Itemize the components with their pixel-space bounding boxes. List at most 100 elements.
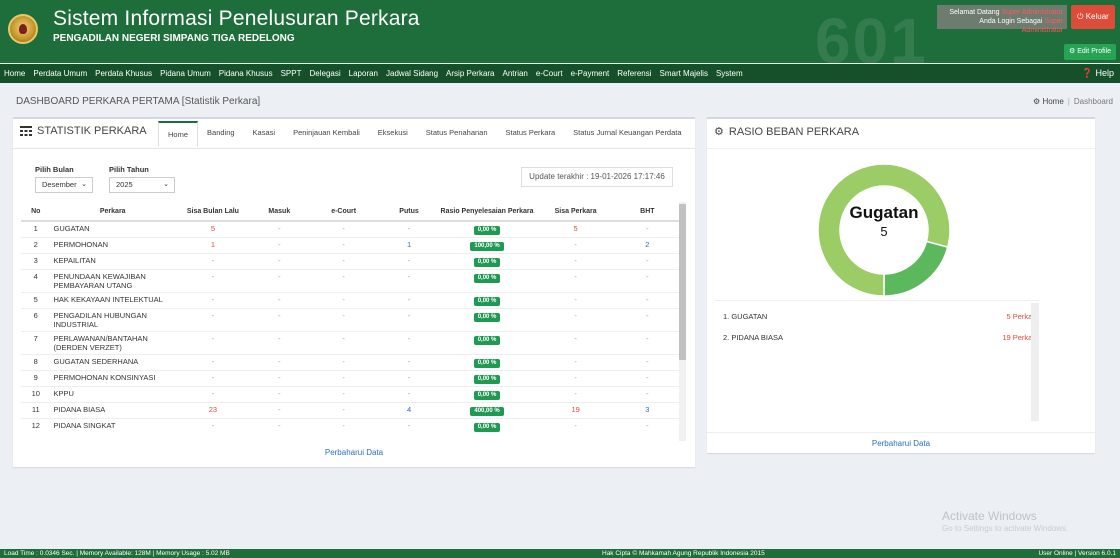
nav-pidana-khusus[interactable]: Pidana Khusus bbox=[215, 64, 277, 83]
cell-putus: - bbox=[407, 224, 411, 233]
cell-rasio: 0,00 % bbox=[473, 336, 501, 345]
cell-rasio: 0,00 % bbox=[473, 226, 501, 235]
edit-profile-button[interactable]: ⚙ Edit Profile bbox=[1064, 44, 1116, 60]
cell-bht: - bbox=[646, 389, 649, 398]
page-title: DASHBOARD PERKARA PERTAMA [Statistik Per… bbox=[16, 96, 260, 107]
app-header: Sistem Informasi Penelusuran Perkara PEN… bbox=[0, 0, 1120, 77]
cell-sisa-bulan-lalu: - bbox=[211, 421, 215, 430]
nav-smart-majelis[interactable]: Smart Majelis bbox=[656, 64, 712, 83]
table-row: 3 KEPAILITAN - - - - 0,00 % - - bbox=[21, 253, 679, 270]
chevron-down-icon: ⌄ bbox=[81, 181, 87, 188]
cell-sisa-bulan-lalu[interactable]: 5 bbox=[211, 224, 215, 233]
table-row: 10 KPPU - - - - 0,00 % - - bbox=[21, 386, 679, 403]
table-row: 6 PENGADILAN HUBUNGAN INDUSTRIAL - - - - 0,00 … bbox=[21, 308, 679, 332]
cell-perkara: PENGADILAN HUBUNGAN INDUSTRIAL bbox=[50, 308, 175, 332]
cell-sisa-perkara: - bbox=[574, 334, 577, 343]
tab-peninjauan-kembali[interactable]: Peninjauan Kembali bbox=[284, 121, 369, 147]
status-version[interactable]: User Online | Version 6.0.1 bbox=[1038, 549, 1116, 558]
table-row: 7 PERLAWANAN/BANTAHAN (DERDEN VERZET) - - - -… bbox=[21, 331, 679, 355]
nav-perdata-umum[interactable]: Perdata Umum bbox=[29, 64, 91, 83]
table-scroll-thumb[interactable] bbox=[679, 204, 686, 360]
app-title: Sistem Informasi Penelusuran Perkara bbox=[53, 7, 420, 30]
cell-no: 4 bbox=[21, 269, 51, 293]
table-row: 11 PIDANA BIASA 23 - - 4 400,00 % 19 3 bbox=[21, 402, 679, 419]
cell-perkara: GUGATAN bbox=[50, 220, 175, 238]
cell-sisa-perkara: - bbox=[574, 357, 577, 366]
cell-ecourt: - bbox=[342, 272, 345, 281]
tab-home[interactable]: Home bbox=[158, 121, 199, 147]
cell-putus[interactable]: 1 bbox=[407, 240, 411, 249]
welcome-user: Super Administrator bbox=[1001, 9, 1063, 16]
cell-bht: - bbox=[646, 256, 649, 265]
cell-no: 6 bbox=[21, 308, 51, 332]
donut-center-label: Gugatan bbox=[849, 203, 919, 222]
cell-sisa-perkara[interactable]: 19 bbox=[571, 405, 579, 414]
cell-no: 11 bbox=[21, 402, 51, 419]
cell-no: 1 bbox=[21, 220, 51, 238]
cell-sisa-bulan-lalu[interactable]: 1 bbox=[211, 240, 215, 249]
logout-button[interactable]: ⏻ Keluar bbox=[1071, 5, 1115, 29]
col-no: No bbox=[21, 202, 51, 222]
cell-masuk: - bbox=[278, 389, 281, 398]
refresh-stats-link[interactable]: Perbaharui Data bbox=[13, 448, 695, 457]
cell-perkara: KPPU bbox=[50, 386, 175, 403]
refresh-ratio-link[interactable]: Perbaharui Data bbox=[707, 439, 1095, 448]
cell-putus: - bbox=[407, 357, 411, 366]
help-link[interactable]: ❓ Help bbox=[1082, 64, 1114, 83]
nav-delegasi[interactable]: Delegasi bbox=[306, 64, 345, 83]
cell-ecourt: - bbox=[342, 357, 345, 366]
cell-sisa-bulan-lalu: - bbox=[211, 373, 215, 382]
cell-bht: - bbox=[646, 311, 649, 320]
cell-masuk: - bbox=[278, 357, 281, 366]
ratio-title-text: RASIO BEBAN PERKARA bbox=[728, 125, 860, 138]
cell-bht[interactable]: 3 bbox=[645, 405, 649, 414]
tab-banding[interactable]: Banding bbox=[198, 121, 244, 147]
nav-jadwal-sidang[interactable]: Jadwal Sidang bbox=[382, 64, 442, 83]
cell-perkara: PENUNDAAN KEWAJIBAN PEMBAYARAN UTANG bbox=[50, 269, 175, 293]
year-select[interactable]: 2025 ⌄ bbox=[109, 177, 175, 193]
nav-arsip-perkara[interactable]: Arsip Perkara bbox=[442, 64, 498, 83]
table-row: 1 GUGATAN 5 - - - 0,00 % 5 - bbox=[21, 220, 679, 238]
tab-eksekusi[interactable]: Eksekusi bbox=[369, 121, 417, 147]
month-select[interactable]: Desember ⌄ bbox=[35, 177, 93, 193]
donut-slice-gugatan[interactable] bbox=[883, 240, 949, 297]
cell-sisa-bulan-lalu: - bbox=[211, 311, 215, 320]
nav-pidana-umum[interactable]: Pidana Umum bbox=[156, 64, 215, 83]
cell-sisa-perkara[interactable]: 5 bbox=[574, 224, 578, 233]
legend-scrollbar[interactable] bbox=[1031, 303, 1039, 421]
cell-ecourt: - bbox=[342, 295, 345, 304]
tab-status-perkara[interactable]: Status Perkara bbox=[497, 121, 565, 147]
cell-sisa-bulan-lalu[interactable]: 23 bbox=[209, 405, 217, 414]
table-scrollbar[interactable] bbox=[679, 202, 686, 441]
breadcrumb-home[interactable]: Home bbox=[1042, 97, 1063, 106]
nav-referensi[interactable]: Referensi bbox=[613, 64, 655, 83]
power-icon: ⏻ bbox=[1077, 12, 1084, 21]
cell-putus: - bbox=[407, 389, 411, 398]
cell-bht: - bbox=[646, 334, 649, 343]
cell-bht[interactable]: 2 bbox=[645, 240, 649, 249]
ratio-donut-chart: Gugatan 5 bbox=[814, 160, 954, 300]
cell-no: 9 bbox=[21, 370, 51, 387]
legend-item-pidana-biasa: 2. PIDANA BIASA 19 Perkara bbox=[723, 333, 1039, 342]
col-perkara: Perkara bbox=[50, 202, 175, 222]
cell-sisa-bulan-lalu: - bbox=[211, 389, 215, 398]
cell-putus[interactable]: 4 bbox=[407, 405, 411, 414]
cell-ecourt: - bbox=[342, 256, 345, 265]
tab-status-penahanan[interactable]: Status Penahanan bbox=[417, 121, 497, 147]
cell-sisa-bulan-lalu: - bbox=[211, 357, 215, 366]
nav-epayment[interactable]: e-Payment bbox=[567, 64, 614, 83]
nav-ecourt[interactable]: e-Court bbox=[532, 64, 567, 83]
table-row: 4 PENUNDAAN KEWAJIBAN PEMBAYARAN UTANG - - -… bbox=[21, 269, 679, 293]
cell-bht: - bbox=[646, 421, 649, 430]
col-sisa-bulan-lalu: Sisa Bulan Lalu bbox=[174, 202, 251, 222]
nav-sppt[interactable]: SPPT bbox=[277, 64, 306, 83]
nav-antrian[interactable]: Antrian bbox=[499, 64, 532, 83]
nav-perdata-khusus[interactable]: Perdata Khusus bbox=[91, 64, 156, 83]
tab-status-jurnal-keuangan[interactable]: Status Jurnal Keuangan Perdata bbox=[564, 121, 690, 147]
nav-home[interactable]: Home bbox=[0, 64, 29, 83]
nav-system[interactable]: System bbox=[712, 64, 747, 83]
cell-rasio: 400,00 % bbox=[470, 407, 504, 416]
nav-laporan[interactable]: Laporan bbox=[345, 64, 382, 83]
tab-kasasi[interactable]: Kasasi bbox=[244, 121, 285, 147]
col-rasio: Rasio Penyelesaian Perkara bbox=[438, 202, 536, 222]
